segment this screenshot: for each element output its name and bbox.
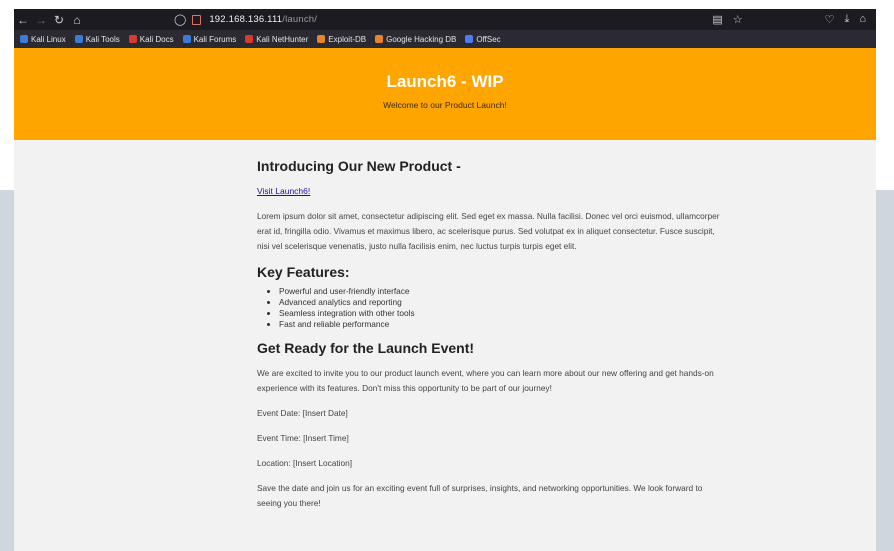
bookmark-icon <box>128 35 137 43</box>
feature-item: Advanced analytics and reporting <box>279 297 723 308</box>
bookmark-star-icon[interactable]: ☆ <box>733 13 743 26</box>
url-host: 192.168.136.111 <box>209 14 283 25</box>
browser-toolbar: ← → ↻ ⌂ ◯ 192.168.136.111/launch/ ▤ ☆ ♡ … <box>14 9 876 30</box>
bookmark-icon <box>20 35 28 43</box>
event-location: Location: [Insert Location] <box>257 458 353 468</box>
bookmark-icon <box>74 35 83 43</box>
bookmark-icon <box>465 35 474 43</box>
bookmark-label: Kali NetHunter <box>256 34 309 44</box>
feature-item: Fast and reliable performance <box>279 319 723 330</box>
browser-window: ← → ↻ ⌂ ◯ 192.168.136.111/launch/ ▤ ☆ ♡ … <box>14 9 876 551</box>
home-icon[interactable]: ⌂ <box>68 13 86 27</box>
url-path: /launch/ <box>282 14 318 25</box>
back-icon[interactable]: ← <box>14 13 32 27</box>
bookmark-label: Kali Tools <box>85 34 120 44</box>
event-closing-paragraph: Save the date and join us for an excitin… <box>257 483 703 508</box>
bookmark-label: Kali Linux <box>31 34 66 44</box>
bookmark-kali-forums[interactable]: Kali Forums <box>182 34 237 44</box>
forward-icon[interactable]: → <box>32 13 50 27</box>
web-page: Launch6 - WIP Welcome to our Product Lau… <box>14 48 876 511</box>
bookmark-offsec[interactable]: OffSec <box>465 34 501 44</box>
insecure-lock-icon[interactable] <box>192 14 202 25</box>
feature-item: Powerful and user-friendly interface <box>279 286 723 297</box>
features-heading: Key Features: <box>257 264 350 280</box>
intro-paragraph: Lorem ipsum dolor sit amet, consectetur … <box>257 211 720 251</box>
event-date: Event Date: [Insert Date] <box>257 408 348 418</box>
bookmark-icon <box>182 35 191 43</box>
feature-item: Seamless integration with other tools <box>279 308 723 319</box>
bookmark-label: Exploit-DB <box>328 34 367 44</box>
event-time: Event Time: [Insert Time] <box>257 433 349 443</box>
extensions-icon[interactable]: ⌂ <box>859 13 866 26</box>
bookmark-kali-nethunter[interactable]: Kali NetHunter <box>245 35 308 44</box>
bookmark-label: Kali Docs <box>139 34 174 44</box>
event-invite-paragraph: We are excited to invite you to our prod… <box>257 368 714 393</box>
page-subtitle: Welcome to our Product Launch! <box>383 100 507 110</box>
visit-launch-link[interactable]: Visit Launch6! <box>257 186 310 196</box>
bookmark-icon <box>317 35 326 43</box>
page-header: Launch6 - WIP Welcome to our Product Lau… <box>14 48 876 140</box>
bookmarks-toolbar: Kali Linux Kali Tools Kali Docs Kali For… <box>14 30 876 48</box>
download-icon[interactable]: ⤓ <box>844 13 849 26</box>
pocket-icon[interactable]: ♡ <box>825 13 835 26</box>
features-list: Powerful and user-friendly interface Adv… <box>257 286 723 330</box>
page-title: Launch6 - WIP <box>386 72 504 91</box>
bookmark-label: Google Hacking DB <box>386 34 457 44</box>
reload-icon[interactable]: ↻ <box>50 13 68 27</box>
bookmark-kali-tools[interactable]: Kali Tools <box>74 34 120 44</box>
bookmark-icon <box>245 35 254 43</box>
bookmark-icon <box>375 35 384 43</box>
intro-heading: Introducing Our New Product - <box>257 158 461 174</box>
bookmark-exploit-db[interactable]: Exploit-DB <box>317 35 366 44</box>
bookmark-google-hacking-db[interactable]: Google Hacking DB <box>375 35 456 44</box>
bookmark-kali-linux[interactable]: Kali Linux <box>20 35 66 44</box>
bookmark-label: Kali Forums <box>193 34 237 44</box>
tracking-shield-icon[interactable]: ◯ <box>174 13 186 26</box>
main-content: Introducing Our New Product - Visit Laun… <box>257 140 723 511</box>
event-heading: Get Ready for the Launch Event! <box>257 340 475 356</box>
address-bar[interactable]: 192.168.136.111/launch/ <box>209 14 317 25</box>
reader-view-icon[interactable]: ▤ <box>712 13 722 26</box>
bookmark-label: OffSec <box>476 34 501 44</box>
bookmark-kali-docs[interactable]: Kali Docs <box>128 34 174 44</box>
